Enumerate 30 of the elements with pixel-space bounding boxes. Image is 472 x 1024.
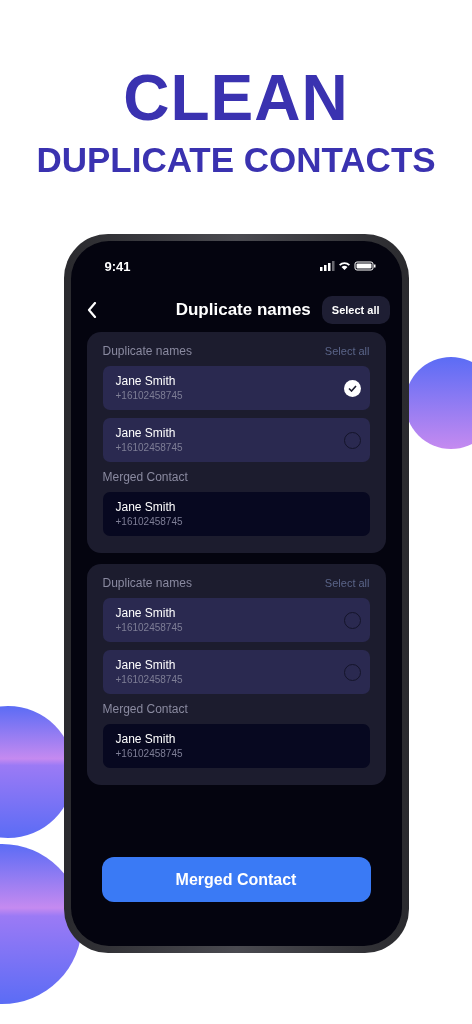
contact-name: Jane Smith [115, 500, 177, 515]
contact-row[interactable]: Jane Smith +16102458745 [102, 650, 370, 694]
status-icons [319, 261, 376, 271]
section-label: Merged Contact [102, 470, 189, 484]
contact-name: Jane Smith [115, 658, 177, 673]
contact-row[interactable]: Jane Smith +16102458745 [102, 366, 370, 410]
contact-phone: +16102458745 [115, 389, 184, 402]
checkbox[interactable] [343, 379, 361, 397]
contact-phone: +16102458745 [115, 515, 184, 528]
contact-row[interactable]: Jane Smith +16102458745 [102, 418, 370, 462]
contact-phone: +16102458745 [115, 673, 184, 686]
headline: CLEAN [123, 68, 349, 128]
contact-row[interactable]: Jane Smith +16102458745 [102, 598, 370, 642]
contact-name: Jane Smith [115, 606, 177, 621]
back-icon[interactable] [86, 302, 97, 318]
contact-phone: +16102458745 [115, 621, 184, 634]
contact-name: Jane Smith [115, 732, 177, 747]
merge-button[interactable]: Merged Contact [101, 857, 371, 902]
contact-phone: +16102458745 [115, 747, 184, 760]
contact-name: Jane Smith [115, 374, 177, 389]
select-all-button[interactable]: Select all [321, 296, 390, 324]
contact-name: Jane Smith [115, 426, 177, 441]
status-time: 9:41 [104, 258, 131, 274]
contact-phone: +16102458745 [115, 441, 184, 454]
section-label: Merged Contact [102, 702, 189, 716]
screen-title: Duplicate names [175, 300, 311, 320]
section-label: Duplicate names [102, 344, 192, 358]
section-label: Duplicate names [102, 576, 192, 590]
check-icon [347, 384, 357, 392]
subheadline: DUPLICATE CONTACTS [36, 140, 436, 180]
